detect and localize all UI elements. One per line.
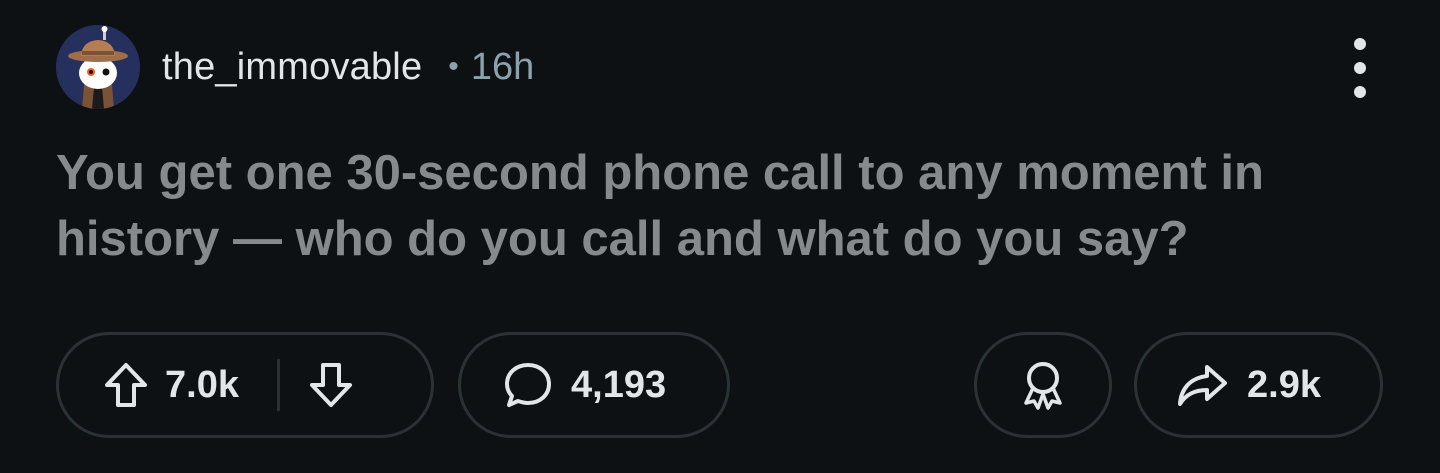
comments-button[interactable]: 4,193 xyxy=(458,332,730,438)
kebab-dot xyxy=(1354,62,1366,74)
comment-count: 4,193 xyxy=(571,363,667,406)
post-timestamp: 16h xyxy=(470,45,535,88)
post-header: the_immovable • 16h xyxy=(56,24,1380,110)
share-button[interactable]: 2.9k xyxy=(1134,332,1383,438)
kebab-dot xyxy=(1354,38,1366,50)
post-title[interactable]: You get one 30-second phone call to any … xyxy=(56,140,1396,272)
author-username[interactable]: the_immovable xyxy=(162,46,422,89)
meta-separator: • xyxy=(448,50,459,83)
kebab-dot xyxy=(1354,86,1366,98)
user-avatar[interactable] xyxy=(56,25,140,109)
award-ribbon-icon xyxy=(1018,359,1068,411)
speech-bubble-icon xyxy=(503,360,553,410)
post-card: the_immovable • 16h You get one 30-secon… xyxy=(0,0,1440,473)
award-button[interactable] xyxy=(974,332,1112,438)
vote-bar: 7.0k xyxy=(56,332,434,438)
arrow-down-icon[interactable] xyxy=(308,361,354,409)
share-arrow-icon xyxy=(1175,361,1229,409)
share-count: 2.9k xyxy=(1247,363,1321,406)
more-options-button[interactable] xyxy=(1340,38,1380,98)
avatar-cowboy-icon xyxy=(56,25,140,109)
upvote-count: 7.0k xyxy=(165,363,239,406)
arrow-up-icon[interactable] xyxy=(103,361,149,409)
vote-divider xyxy=(276,359,280,411)
